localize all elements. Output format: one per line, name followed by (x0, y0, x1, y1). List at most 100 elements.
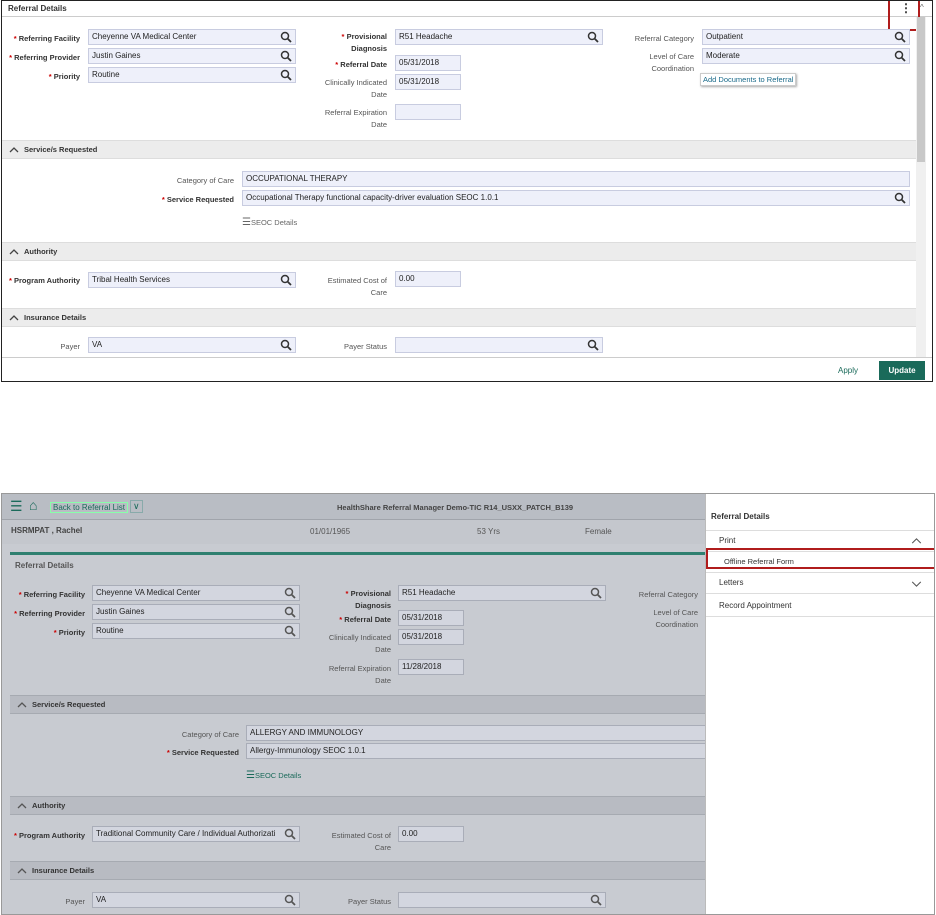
clinically-indicated-field[interactable]: 05/31/2018 (395, 74, 461, 90)
referral-date-value: 05/31/2018 (402, 613, 443, 622)
provisional-diagnosis-label: Provisional Diagnosis (335, 588, 391, 612)
payer-field[interactable]: VA (92, 892, 300, 908)
service-requested-field[interactable]: Occupational Therapy functional capacity… (242, 190, 910, 206)
search-icon[interactable] (590, 587, 602, 599)
referring-facility-field[interactable]: Cheyenne VA Medical Center (92, 585, 300, 601)
estimated-cost-label: Estimated Cost of Care (327, 276, 387, 297)
search-icon[interactable] (284, 828, 296, 840)
search-icon[interactable] (590, 894, 602, 906)
menu-letters[interactable]: Letters (706, 573, 934, 594)
referring-facility-field[interactable]: Cheyenne VA Medical Center (88, 29, 296, 45)
authority-section-title: Authority (24, 247, 58, 256)
services-section-title: Service/s Requested (24, 145, 98, 154)
referral-date-field[interactable]: 05/31/2018 (395, 55, 461, 71)
authority-section-header[interactable]: Authority (10, 796, 705, 815)
list-icon: ☰ (246, 770, 255, 781)
category-of-care-label: Category of Care (181, 730, 239, 739)
clinically-indicated-value: 05/31/2018 (399, 77, 440, 86)
service-requested-field[interactable]: Allergy-Immunology SEOC 1.0.1 (246, 743, 706, 759)
chevron-up-icon (17, 803, 27, 809)
chevron-up-icon (17, 702, 27, 708)
chevron-up-icon (9, 147, 19, 153)
chevron-up-icon (9, 315, 19, 321)
patient-banner: HSRMPAT , Rachel 01/01/1965 53 Yrs Femal… (2, 520, 705, 544)
payer-field[interactable]: VA (88, 337, 296, 353)
expiration-field[interactable]: 11/28/2018 (398, 659, 464, 675)
list-icon: ☰ (242, 217, 251, 228)
referral-date-label: Referral Date (306, 614, 391, 626)
provisional-diagnosis-value: R51 Headache (402, 588, 456, 597)
service-requested-label: Service Requested (137, 747, 239, 759)
payer-value: VA (92, 340, 103, 349)
authority-section-header[interactable]: Authority (2, 242, 916, 261)
seoc-details-link[interactable]: ☰SEOC Details (246, 770, 301, 781)
search-icon[interactable] (280, 274, 292, 286)
search-icon[interactable] (587, 339, 599, 351)
authority-section-title: Authority (32, 801, 66, 810)
chevron-up-icon (17, 868, 27, 874)
services-section-header[interactable]: Service/s Requested (10, 695, 705, 714)
collapse-icon[interactable]: ^ (920, 3, 924, 12)
back-to-list-link[interactable]: Back to Referral List (50, 502, 129, 513)
level-of-care-label: Level of Care Coordination (649, 52, 694, 73)
chevron-up-icon (911, 538, 922, 544)
update-button[interactable]: Update (879, 361, 925, 380)
expiration-value: 11/28/2018 (402, 662, 442, 671)
payer-status-field[interactable] (398, 892, 606, 908)
menu-record-appointment-label: Record Appointment (719, 601, 792, 610)
search-icon[interactable] (280, 69, 292, 81)
expiration-label: Referral Expiration Date (324, 108, 387, 129)
category-of-care-field: ALLERGY AND IMMUNOLOGY (246, 725, 706, 741)
search-icon[interactable] (894, 31, 906, 43)
home-icon[interactable]: ⌂ (29, 497, 37, 513)
referral-category-field[interactable]: Outpatient (702, 29, 910, 45)
search-icon[interactable] (284, 587, 296, 599)
services-section-header[interactable]: Service/s Requested (2, 140, 916, 159)
seoc-details-link[interactable]: ☰SEOC Details (242, 217, 297, 228)
priority-label: Priority (2, 627, 85, 639)
clinically-indicated-field[interactable]: 05/31/2018 (398, 629, 464, 645)
insurance-section-header[interactable]: Insurance Details (10, 861, 705, 880)
add-documents-link[interactable]: Add Documents to Referral (700, 73, 797, 86)
program-authority-field[interactable]: Traditional Community Care / Individual … (92, 826, 300, 842)
program-authority-field[interactable]: Tribal Health Services (88, 272, 296, 288)
category-of-care-label: Category of Care (176, 176, 234, 185)
search-icon[interactable] (284, 625, 296, 637)
apply-button[interactable]: Apply (828, 366, 868, 375)
insurance-section-header[interactable]: Insurance Details (2, 308, 916, 327)
scrollbar-track[interactable] (916, 17, 926, 357)
scrollbar-thumb[interactable] (917, 17, 925, 162)
search-icon[interactable] (894, 192, 906, 204)
search-icon[interactable] (280, 31, 292, 43)
service-requested-label: Service Requested (132, 194, 234, 206)
referral-date-field[interactable]: 05/31/2018 (398, 610, 464, 626)
search-icon[interactable] (284, 606, 296, 618)
estimated-cost-field[interactable]: 0.00 (398, 826, 464, 842)
priority-field[interactable]: Routine (88, 67, 296, 83)
level-of-care-field[interactable]: Moderate (702, 48, 910, 64)
priority-value: Routine (92, 70, 120, 79)
provisional-diagnosis-field[interactable]: R51 Headache (398, 585, 606, 601)
payer-label: Payer (60, 342, 80, 351)
priority-field[interactable]: Routine (92, 623, 300, 639)
search-icon[interactable] (587, 31, 599, 43)
hamburger-icon[interactable]: ☰ (10, 498, 23, 515)
menu-letters-label: Letters (719, 578, 744, 587)
search-icon[interactable] (280, 50, 292, 62)
estimated-cost-field[interactable]: 0.00 (395, 271, 461, 287)
search-icon[interactable] (284, 894, 296, 906)
search-icon[interactable] (894, 50, 906, 62)
referring-provider-label: Referring Provider (2, 52, 80, 64)
payer-status-field[interactable] (395, 337, 603, 353)
referring-provider-field[interactable]: Justin Gaines (88, 48, 296, 64)
expiration-field[interactable] (395, 104, 461, 120)
chevron-up-icon (9, 249, 19, 255)
dimmed-content: ☰ ⌂ Back to Referral List ∨ HealthShare … (2, 494, 706, 914)
provisional-diagnosis-field[interactable]: R51 Headache (395, 29, 603, 45)
chevron-down-icon[interactable]: ∨ (130, 500, 143, 513)
search-icon[interactable] (280, 339, 292, 351)
referring-provider-field[interactable]: Justin Gaines (92, 604, 300, 620)
menu-record-appointment[interactable]: Record Appointment (706, 596, 934, 617)
green-divider (10, 552, 705, 555)
referral-details-panel: Referral Details ⋮ ^ Referring Facility … (1, 0, 933, 382)
